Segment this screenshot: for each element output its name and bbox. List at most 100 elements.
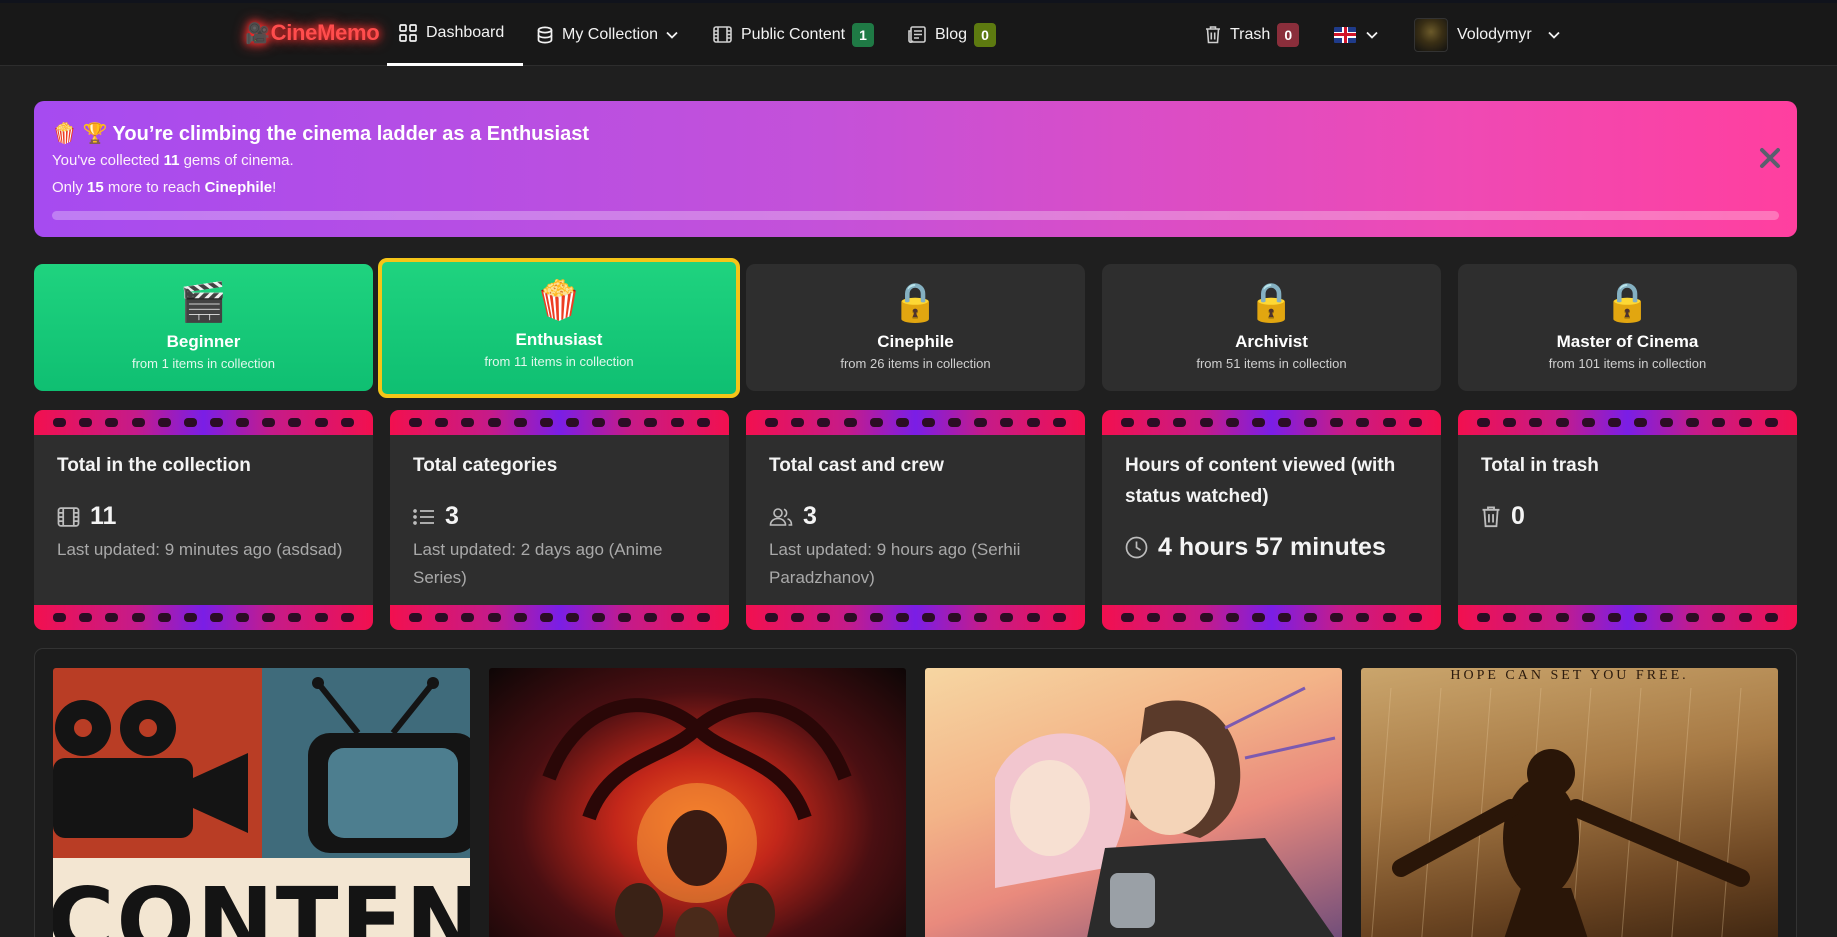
poster-art <box>542 698 852 937</box>
film-hole <box>1277 418 1291 427</box>
film-hole <box>1633 613 1647 622</box>
users-icon <box>769 507 793 526</box>
poster-card[interactable] <box>925 668 1342 937</box>
film-hole <box>409 418 423 427</box>
film-hole <box>183 613 197 622</box>
film-hole <box>314 613 328 622</box>
poster-card[interactable]: CONTENT <box>53 668 470 937</box>
film-strip-decoration <box>34 410 373 435</box>
level-progress-bar <box>52 211 1779 220</box>
stat-title: Total cast and crew <box>769 455 944 476</box>
nav-public-content[interactable]: Public Content 1 <box>713 3 875 66</box>
film-hole <box>288 418 302 427</box>
film-hole <box>1764 613 1778 622</box>
film-hole <box>1555 418 1569 427</box>
level-requirement: from 1 items in collection <box>131 356 276 371</box>
film-hole <box>209 613 223 622</box>
brand-logo[interactable]: 🎥CineMemo <box>245 20 380 46</box>
film-hole <box>1382 418 1396 427</box>
film-hole <box>539 418 553 427</box>
level-card-beginner[interactable]: 🎬 Beginner from 1 items in collection <box>34 264 373 391</box>
film-hole <box>1581 418 1595 427</box>
film-hole <box>131 418 145 427</box>
stat-number: 3 <box>803 502 817 530</box>
uk-flag-icon <box>1334 26 1356 43</box>
film-hole <box>236 613 250 622</box>
stat-number: 4 hours 57 minutes <box>1158 533 1386 561</box>
film-hole <box>262 613 276 622</box>
film-hole <box>1199 418 1213 427</box>
next-level-name: Cinephile <box>204 179 273 196</box>
stat-last-updated: Last updated: 2 days ago (Anime Series) <box>413 540 663 587</box>
film-hole <box>670 613 684 622</box>
level-card-cinephile[interactable]: 🔒 Cinephile from 26 items in collection <box>746 264 1085 391</box>
film-hole <box>105 418 119 427</box>
nav-my-collection[interactable]: My Collection <box>537 3 687 66</box>
poster-art <box>1371 687 1750 937</box>
nav-blog[interactable]: Blog 0 <box>908 3 997 66</box>
banner-line2-mid: more to reach <box>103 179 205 196</box>
film-hole <box>618 613 632 622</box>
film-hole <box>644 418 658 427</box>
film-strip-decoration <box>1458 410 1797 435</box>
film-hole <box>209 418 223 427</box>
nav-dashboard[interactable]: Dashboard <box>387 3 523 66</box>
film-hole <box>1555 613 1569 622</box>
film-strip-decoration <box>746 410 1085 435</box>
level-card-master-of-cinema[interactable]: 🔒 Master of Cinema from 101 items in col… <box>1458 264 1797 391</box>
trash-count-badge: 0 <box>1277 22 1300 47</box>
lock-icon: 🔒 <box>1247 282 1296 324</box>
chevron-down-icon <box>1548 31 1560 39</box>
user-menu[interactable]: Volodymyr <box>1414 3 1569 66</box>
stat-number: 3 <box>445 502 459 530</box>
list-icon <box>413 508 434 525</box>
nav-blog-label: Blog <box>935 25 968 43</box>
film-hole <box>592 418 606 427</box>
nav-public-content-label: Public Content <box>741 25 846 43</box>
public-content-count-badge: 1 <box>852 22 875 47</box>
lock-icon: 🔒 <box>891 282 940 324</box>
trash-icon <box>1482 506 1500 528</box>
film-hole <box>1173 613 1187 622</box>
banner-collected-text: You've collected 11 gems of cinema. <box>52 152 294 169</box>
top-navbar: 🎥CineMemo Dashboard My Collection Public… <box>0 0 1837 66</box>
banner-line2-post: ! <box>272 179 277 196</box>
nav-trash[interactable]: Trash 0 <box>1205 3 1300 66</box>
film-hole <box>565 418 579 427</box>
film-hole <box>157 613 171 622</box>
film-hole <box>948 613 962 622</box>
stat-value: 3 <box>769 502 817 531</box>
level-card-enthusiast[interactable]: 🍿 Enthusiast from 11 items in collection <box>378 258 740 398</box>
film-hole <box>1738 613 1752 622</box>
stat-value: 0 <box>1481 502 1525 531</box>
poster-card[interactable] <box>489 668 906 937</box>
film-hole <box>1581 613 1595 622</box>
film-icon <box>57 506 80 527</box>
film-hole <box>1408 613 1422 622</box>
film-hole <box>1712 418 1726 427</box>
film-hole <box>53 613 67 622</box>
film-hole <box>1408 418 1422 427</box>
poster-card[interactable]: HOPE CAN SET YOU FREE. <box>1361 668 1778 937</box>
banner-line1-post: gems of cinema. <box>179 152 294 169</box>
clock-icon <box>1125 536 1148 559</box>
film-hole <box>644 613 658 622</box>
poster-tagline: HOPE CAN SET YOU FREE. <box>1450 668 1689 683</box>
film-hole <box>1000 418 1014 427</box>
film-hole <box>1607 613 1621 622</box>
film-hole <box>974 613 988 622</box>
close-icon[interactable] <box>1759 147 1781 169</box>
chevron-down-icon <box>666 31 678 39</box>
stat-card-hours-viewed: Hours of content viewed (with status wat… <box>1102 410 1441 630</box>
language-selector[interactable] <box>1334 3 1387 66</box>
film-hole <box>765 613 779 622</box>
film-hole <box>696 613 710 622</box>
level-card-archivist[interactable]: 🔒 Archivist from 51 items in collection <box>1102 264 1441 391</box>
banner-next-level-text: Only 15 more to reach Cinephile! <box>52 179 276 196</box>
stat-card-total-categories: Total categories 3 Last updated: 2 days … <box>390 410 729 630</box>
film-hole <box>1529 418 1543 427</box>
recent-items-gallery: CONTENT HOPE CAN SET YOU FREE. <box>34 648 1797 937</box>
film-hole <box>539 613 553 622</box>
film-hole <box>1660 418 1674 427</box>
film-hole <box>843 418 857 427</box>
